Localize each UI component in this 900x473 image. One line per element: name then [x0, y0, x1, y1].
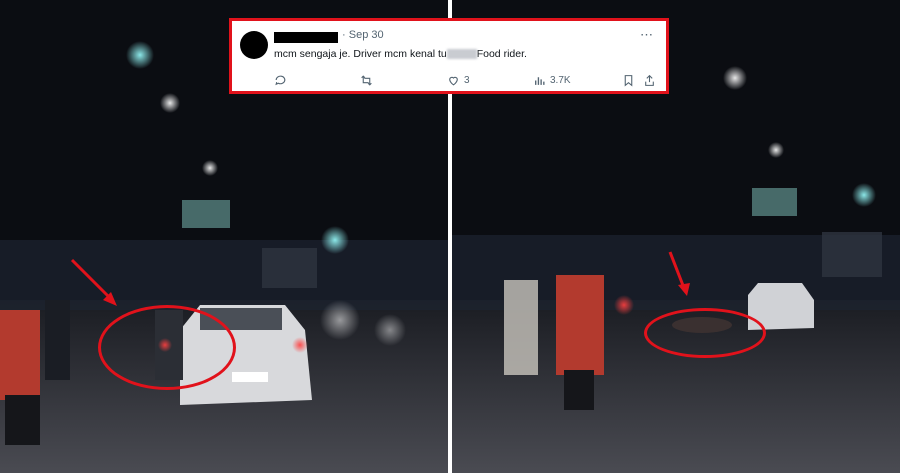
highlight-circle-right [644, 308, 766, 358]
like-icon [449, 76, 458, 85]
tweet-text: mcm sengaja je. Driver mcm kenal tu Food … [274, 48, 527, 60]
views-icon [535, 76, 545, 85]
share-button[interactable] [643, 71, 656, 89]
share-icon [645, 74, 654, 86]
tweet-card: · Sep 30 ⋯ mcm sengaja je. Driver mcm ke… [229, 18, 669, 94]
tweet-date-text: Sep 30 [348, 29, 384, 41]
repost-icon [361, 74, 372, 86]
tweet-text-part2: Food rider. [476, 48, 527, 60]
highlight-circle-left [98, 305, 236, 390]
like-button[interactable]: 3 [447, 71, 470, 89]
tweet-date[interactable]: · Sep 30 [342, 29, 384, 41]
redacted-username [274, 32, 338, 43]
views-count: 3.7K [550, 74, 571, 86]
tweet-actions: 3 3.7K [232, 71, 666, 89]
redacted-word [446, 49, 477, 60]
bookmark-icon [624, 74, 633, 87]
reply-button[interactable] [274, 71, 287, 89]
reply-icon [275, 75, 286, 85]
bookmark-button[interactable] [622, 71, 635, 89]
repost-button[interactable] [360, 71, 373, 89]
views-button[interactable]: 3.7K [533, 71, 571, 89]
tweet-text-part1: mcm sengaja je. Driver mcm kenal tu [274, 48, 447, 60]
more-icon[interactable]: ⋯ [640, 27, 654, 43]
like-count: 3 [464, 74, 470, 86]
avatar[interactable] [240, 31, 268, 59]
